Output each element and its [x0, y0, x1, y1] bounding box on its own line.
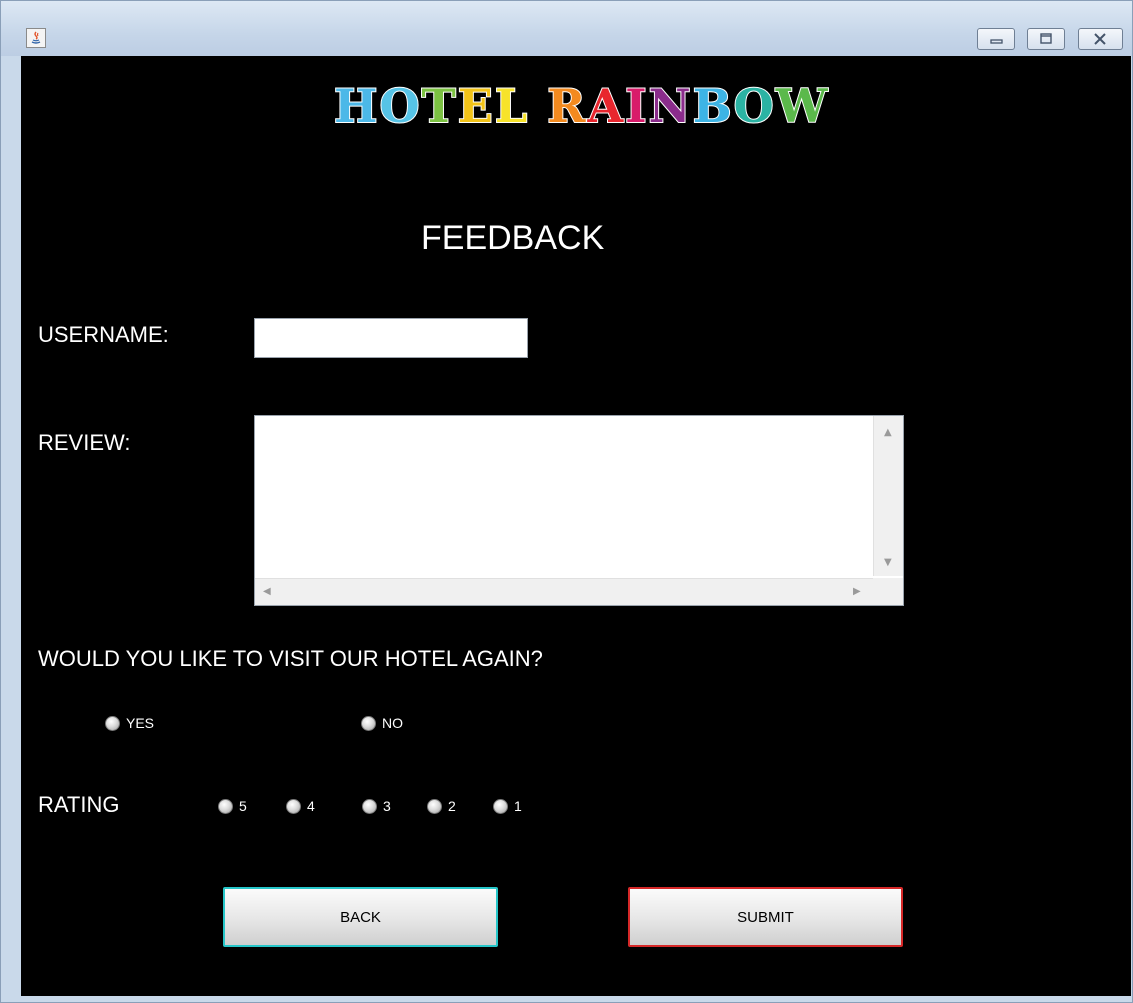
radio-button-icon[interactable] — [218, 798, 233, 814]
hotel-rainbow-logo: HOTEL RAINBOW — [333, 76, 830, 136]
minimize-icon — [990, 39, 1003, 44]
visit-question: WOULD YOU LIKE TO VISIT OUR HOTEL AGAIN? — [38, 646, 543, 671]
logo-letter: O — [378, 78, 422, 134]
rating-label: RATING — [38, 792, 120, 817]
close-button[interactable] — [1078, 28, 1123, 50]
review-textarea[interactable]: ▲ ▼ ◀ ▶ — [254, 415, 904, 606]
java-icon[interactable] — [26, 28, 46, 48]
radio-button-icon[interactable] — [427, 798, 442, 814]
rating-2[interactable]: 2 — [427, 798, 456, 814]
radio-yes[interactable]: YES — [105, 715, 154, 731]
rating-4[interactable]: 4 — [286, 798, 315, 814]
logo-letter: O — [733, 78, 776, 134]
rating-5-label: 5 — [239, 798, 247, 814]
rating-1-label: 1 — [514, 798, 522, 814]
scroll-down-icon[interactable]: ▼ — [884, 558, 892, 568]
radio-button-icon[interactable] — [362, 798, 377, 814]
review-label: REVIEW: — [38, 430, 131, 455]
submit-button[interactable]: SUBMIT — [628, 887, 903, 947]
title-bar[interactable] — [1, 1, 1132, 56]
close-icon — [1094, 33, 1106, 45]
rating-3[interactable]: 3 — [362, 798, 391, 814]
radio-button-icon[interactable] — [361, 715, 376, 731]
rating-3-label: 3 — [383, 798, 391, 814]
logo-letter: W — [775, 78, 830, 134]
radio-button-icon[interactable] — [493, 798, 508, 814]
scroll-corner — [873, 578, 903, 605]
feedback-panel: HOTEL RAINBOW FEEDBACK USERNAME: REVIEW:… — [21, 56, 1131, 996]
logo-letter: E — [457, 78, 495, 134]
radio-no[interactable]: NO — [361, 715, 403, 731]
page-title: FEEDBACK — [421, 219, 605, 257]
application-window: HOTEL RAINBOW FEEDBACK USERNAME: REVIEW:… — [0, 0, 1133, 1003]
rating-5[interactable]: 5 — [218, 798, 247, 814]
horizontal-scrollbar[interactable]: ◀ ▶ — [255, 578, 873, 605]
logo-letter: T — [421, 78, 458, 134]
username-input[interactable] — [254, 318, 528, 358]
rating-4-label: 4 — [307, 798, 315, 814]
logo-letter: B — [692, 78, 734, 134]
maximize-button[interactable] — [1027, 28, 1065, 50]
radio-button-icon[interactable] — [286, 798, 301, 814]
username-label: USERNAME: — [38, 322, 169, 347]
minimize-button[interactable] — [977, 28, 1015, 50]
logo-letter: H — [333, 78, 380, 134]
scroll-right-icon[interactable]: ▶ — [853, 587, 861, 597]
vertical-scrollbar[interactable]: ▲ ▼ — [873, 416, 903, 576]
logo-letter: I — [624, 78, 649, 134]
scroll-left-icon[interactable]: ◀ — [263, 587, 271, 597]
logo-letter: L — [494, 78, 530, 134]
rating-2-label: 2 — [448, 798, 456, 814]
back-button[interactable]: BACK — [223, 887, 498, 947]
radio-yes-label: YES — [126, 715, 155, 731]
maximize-icon — [1040, 33, 1052, 44]
radio-no-label: NO — [382, 715, 403, 731]
logo-letter: R — [546, 78, 588, 134]
rating-1[interactable]: 1 — [493, 798, 522, 814]
scroll-up-icon[interactable]: ▲ — [884, 428, 892, 438]
radio-button-icon[interactable] — [105, 715, 120, 731]
logo-letter: A — [586, 78, 626, 134]
logo-letter — [529, 76, 547, 136]
logo-letter: N — [648, 78, 693, 134]
